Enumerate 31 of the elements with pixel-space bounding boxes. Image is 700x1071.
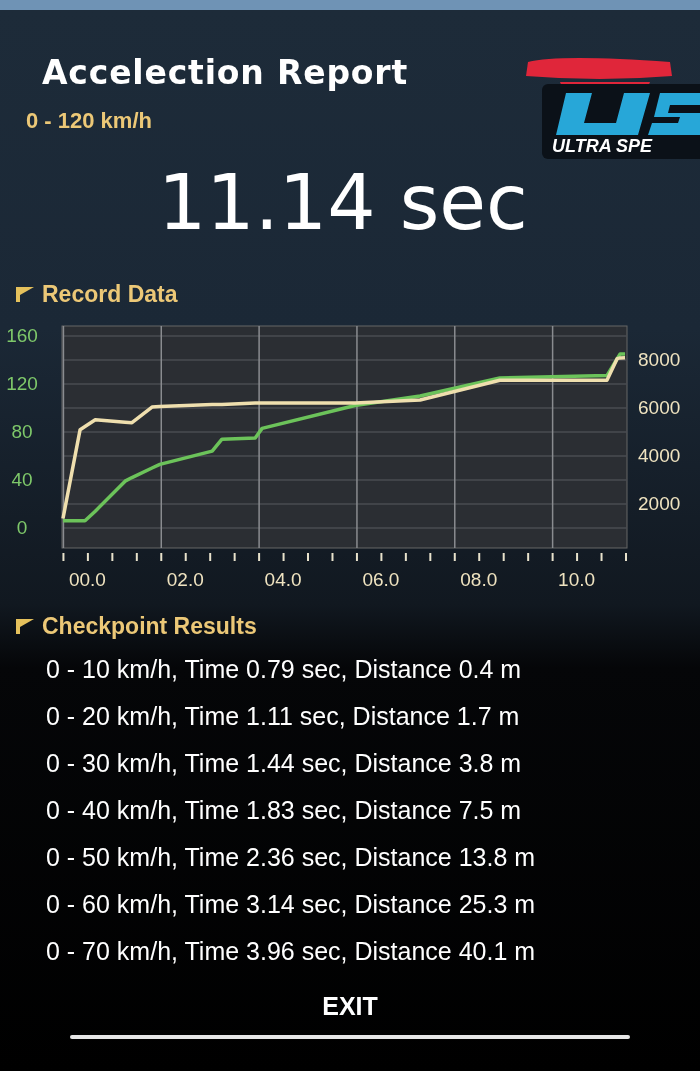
speed-range: 0 - 120 km/h xyxy=(25,106,153,135)
result-time: 11.14 sec xyxy=(157,164,528,241)
report-title: Accelection Report xyxy=(42,52,409,94)
axis-label: 06.0 xyxy=(362,568,400,590)
axis-label: 80 xyxy=(11,421,33,443)
checkpoint-row-text: 0 - 40 km/h, Time 1.83 sec, Distance 7.5 m xyxy=(46,794,523,825)
checkpoint-row-text: 0 - 50 km/h, Time 2.36 sec, Distance 13.8 m xyxy=(46,841,537,872)
axis-label: 160 xyxy=(6,325,38,347)
axis-label: 00.0 xyxy=(68,568,106,590)
axis-label: 04.0 xyxy=(264,568,302,590)
axis-label: 120 xyxy=(6,373,38,395)
flag-icon xyxy=(14,284,36,303)
logo-text: ULTRA SPE xyxy=(552,136,652,155)
axis-label: 40 xyxy=(11,469,33,491)
checkpoint-row-text: 0 - 70 km/h, Time 3.96 sec, Distance 40.1 m xyxy=(46,935,537,966)
axis-label: 6000 xyxy=(638,397,681,418)
section-title: Checkpoint Results xyxy=(42,612,257,641)
checkpoint-row-text: 0 - 60 km/h, Time 3.14 sec, Distance 25.3 m xyxy=(46,888,537,919)
checkpoint-row-text: 0 - 30 km/h, Time 1.44 sec, Distance 3.8 m xyxy=(46,747,523,778)
exit-button[interactable]: EXIT xyxy=(312,987,388,1025)
axis-label: 8000 xyxy=(638,348,681,370)
checkpoint-row-text: 0 - 10 km/h, Time 0.79 sec, Distance 0.4 m xyxy=(46,653,523,684)
axis-label: 2000 xyxy=(638,493,681,515)
flag-icon xyxy=(14,617,36,636)
checkpoint-row-text: 0 - 20 km/h, Time 1.11 sec, Distance 1.7 m xyxy=(46,700,521,731)
axis-label: 0 xyxy=(16,517,28,539)
section-title: Record Data xyxy=(42,279,178,309)
axis-label: 4000 xyxy=(638,445,681,467)
axis-label: 08.0 xyxy=(460,568,498,590)
axis-label: 10.0 xyxy=(558,568,596,590)
axis-label: 02.0 xyxy=(166,568,204,590)
